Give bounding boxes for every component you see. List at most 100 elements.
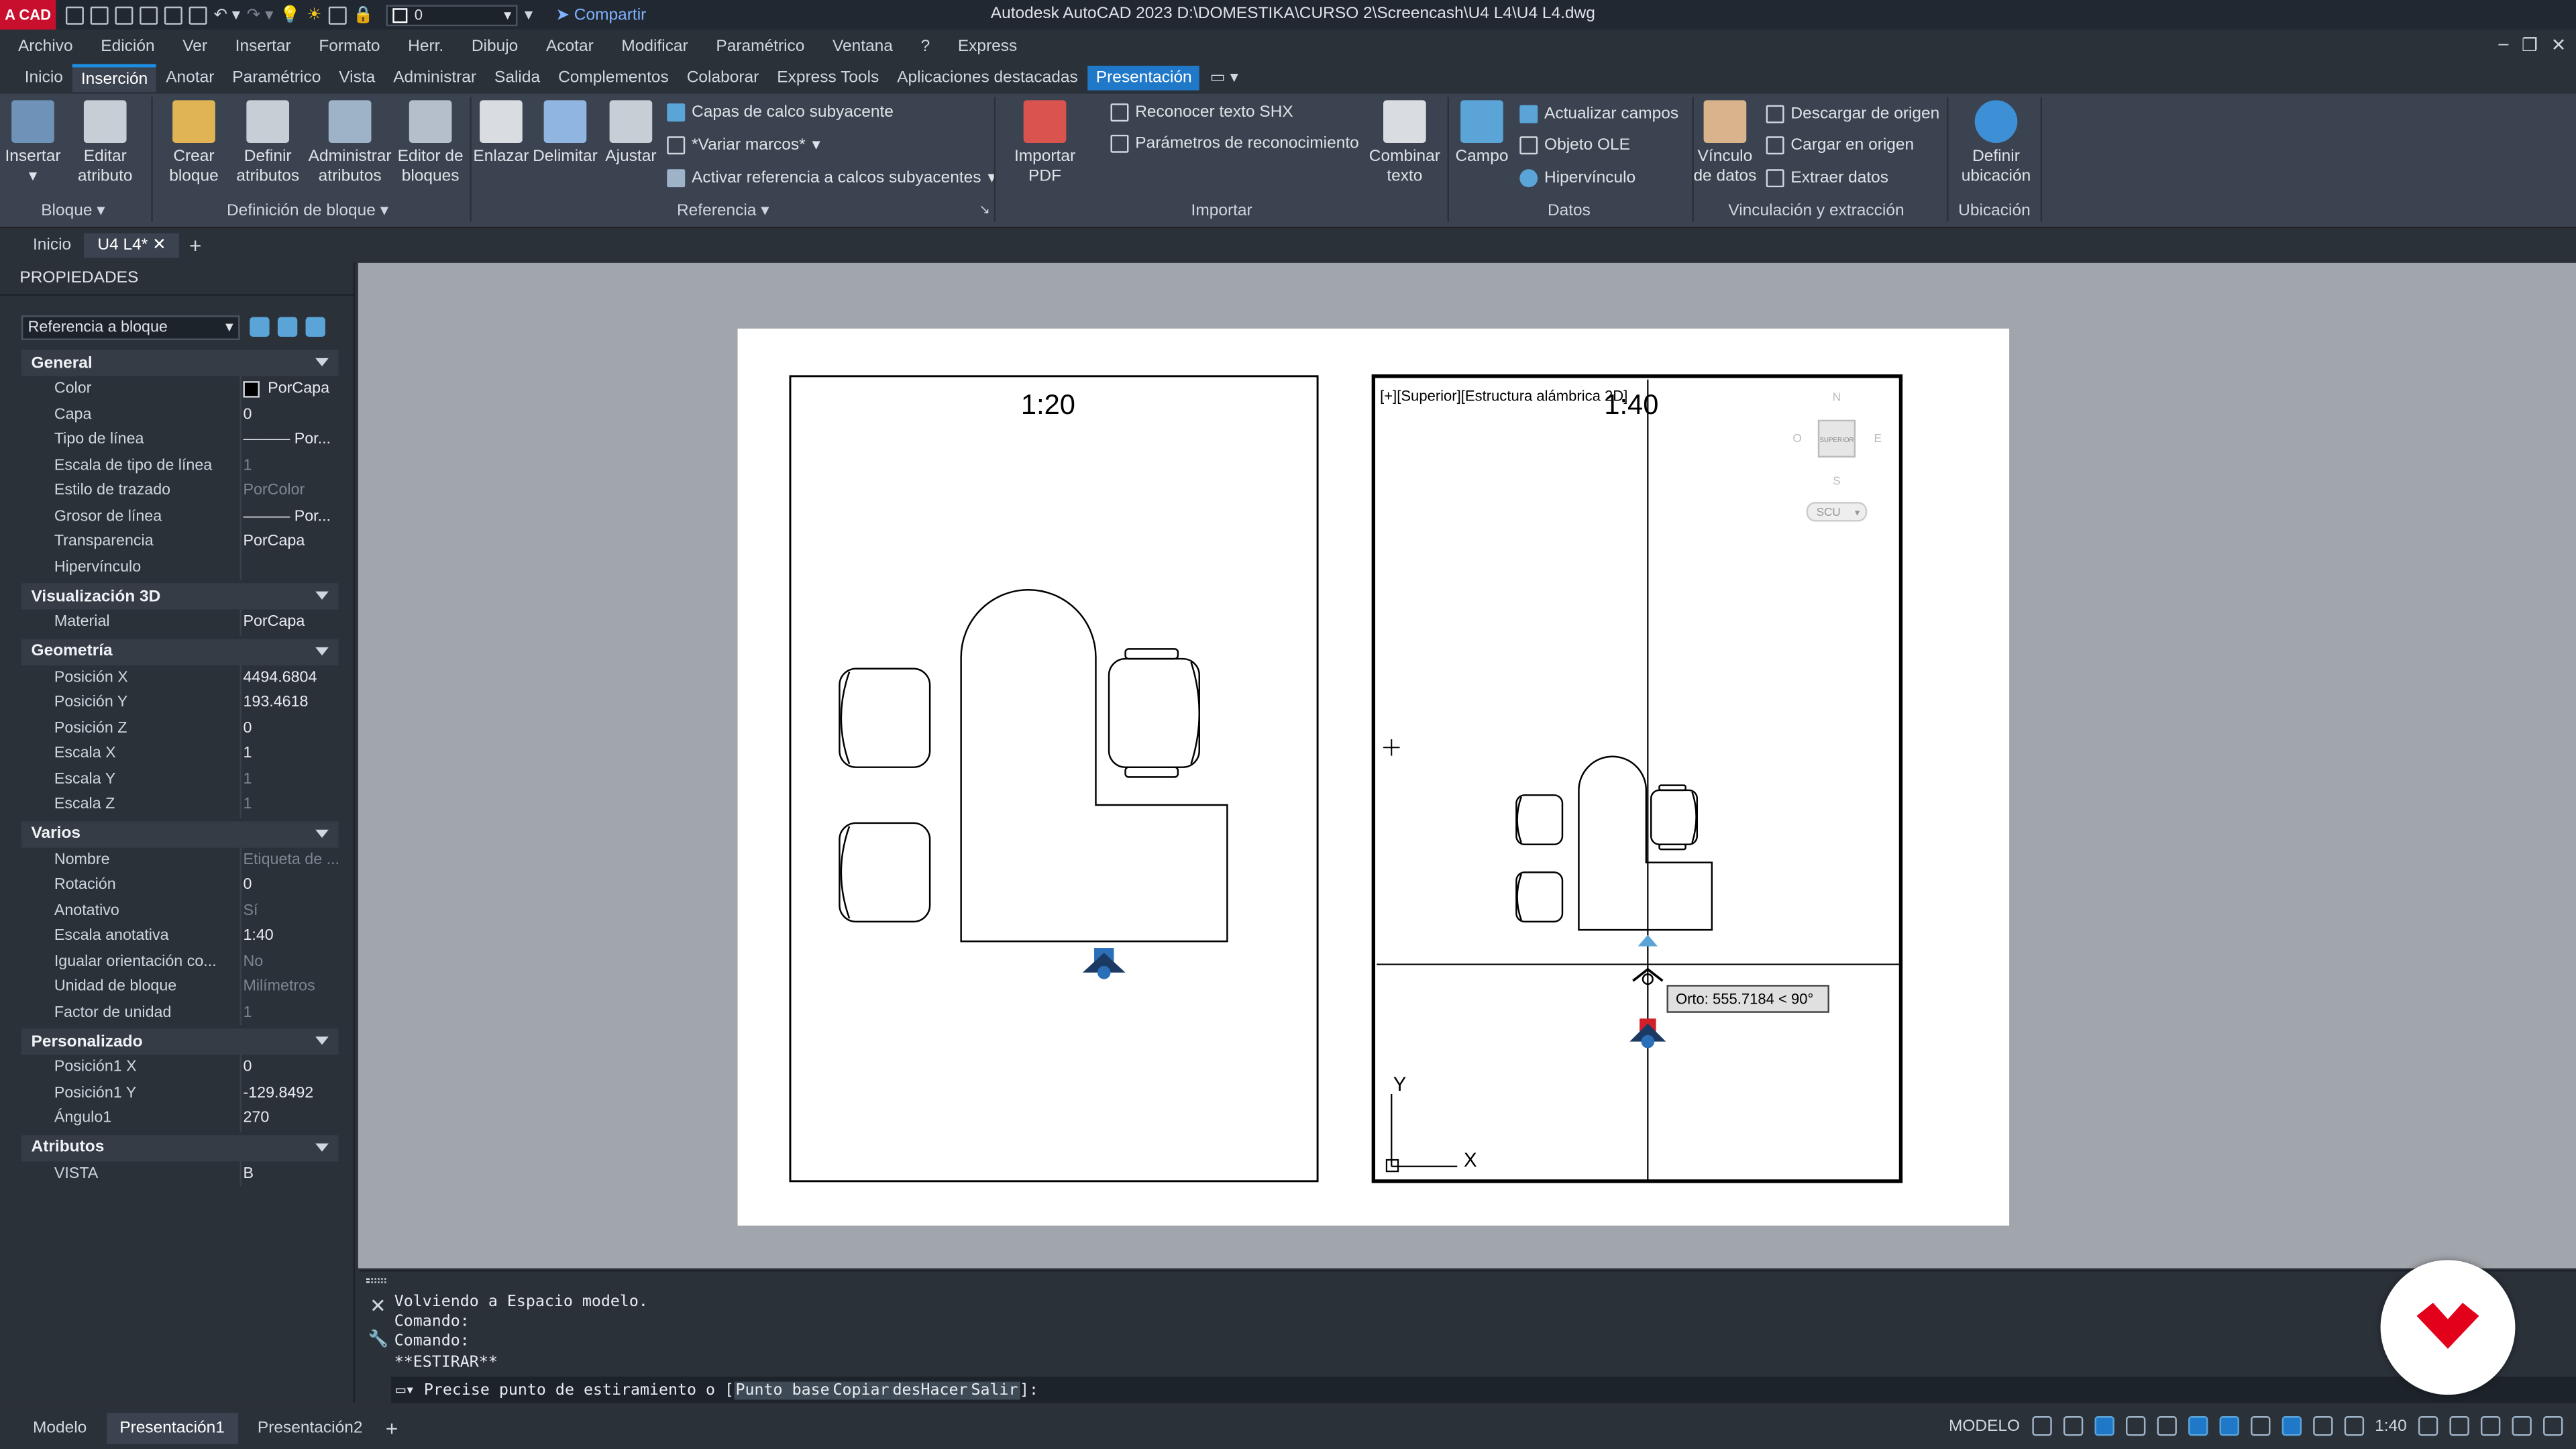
tab-parametrico[interactable]: Paramétrico bbox=[224, 66, 329, 91]
menu-herr[interactable]: Herr. bbox=[408, 37, 443, 55]
collapse-icon[interactable] bbox=[315, 828, 329, 837]
plot-icon[interactable] bbox=[189, 5, 207, 24]
option-deshacer[interactable]: desHacer bbox=[891, 1381, 970, 1399]
gear-icon[interactable] bbox=[2418, 1416, 2438, 1436]
property-value[interactable]: 1 bbox=[239, 766, 339, 792]
stretch-grip-origin[interactable] bbox=[1638, 934, 1658, 947]
hipervinculo-button[interactable]: Hipervínculo bbox=[1519, 169, 1635, 188]
property-row[interactable]: Escala Z 1 bbox=[21, 792, 339, 818]
layer-vp-icon[interactable] bbox=[328, 5, 347, 24]
editor-bloques-button[interactable]: Editor de bloques bbox=[396, 100, 465, 187]
model-space-toggle[interactable]: MODELO bbox=[1949, 1417, 2020, 1435]
minimize-icon[interactable]: – bbox=[2498, 34, 2508, 56]
administrar-atributos-button[interactable]: Administrar atributos bbox=[306, 100, 394, 187]
ortho-icon[interactable] bbox=[2094, 1416, 2114, 1436]
property-value[interactable]: 1:40 bbox=[239, 923, 339, 949]
customize-qat-icon[interactable]: ▾ bbox=[525, 6, 533, 24]
layer-freeze-icon[interactable]: ☀ bbox=[307, 6, 322, 24]
viewport-scale-sync-icon[interactable] bbox=[2343, 1416, 2363, 1436]
panel-referencia[interactable]: Referencia ▾ bbox=[677, 202, 769, 220]
property-row[interactable]: Material PorCapa bbox=[21, 609, 339, 635]
property-value[interactable] bbox=[239, 554, 339, 580]
grip-handle-icon[interactable] bbox=[366, 1278, 386, 1283]
property-row[interactable]: Color PorCapa bbox=[21, 376, 339, 402]
property-value[interactable]: 1 bbox=[239, 452, 339, 478]
save-as-icon[interactable] bbox=[140, 5, 158, 24]
ribbon-minimize-icon[interactable]: ▭ ▾ bbox=[1201, 66, 1246, 91]
variar-marcos-dropdown[interactable]: *Variar marcos* ▾ bbox=[667, 136, 820, 155]
tab-modelo[interactable]: Modelo bbox=[19, 1412, 100, 1444]
property-row[interactable]: Estilo de trazado PorColor bbox=[21, 478, 339, 504]
ajustar-button[interactable]: Ajustar bbox=[601, 100, 660, 167]
property-value[interactable]: 1 bbox=[239, 792, 339, 818]
property-section[interactable]: Varios bbox=[21, 820, 339, 847]
property-row[interactable]: Posición1 X 0 bbox=[21, 1055, 339, 1081]
activar-referencia-dropdown[interactable]: Activar referencia a calcos subyacentes … bbox=[667, 169, 996, 188]
menu-insertar[interactable]: Insertar bbox=[235, 37, 291, 55]
property-section[interactable]: Atributos bbox=[21, 1134, 339, 1161]
tab-aplicaciones[interactable]: Aplicaciones destacadas bbox=[889, 66, 1086, 91]
property-value[interactable]: 4494.6804 bbox=[239, 664, 339, 690]
menu-archivo[interactable]: Archivo bbox=[18, 37, 73, 55]
property-value[interactable]: PorColor bbox=[239, 478, 339, 504]
isolate-objects-icon[interactable] bbox=[2480, 1416, 2501, 1436]
undo-icon[interactable]: ↶ ▾ bbox=[213, 6, 240, 24]
collapse-icon[interactable] bbox=[315, 1036, 329, 1045]
tab-express-tools[interactable]: Express Tools bbox=[769, 66, 888, 91]
importar-pdf-button[interactable]: Importar PDF bbox=[1007, 100, 1083, 187]
property-value[interactable]: No bbox=[239, 949, 339, 975]
definir-ubicacion-button[interactable]: Definir ubicación bbox=[1955, 100, 2037, 187]
menu-help[interactable]: ? bbox=[921, 37, 930, 55]
drawing-canvas[interactable]: 1:20 [+][Superior][Estructura alámbrica … bbox=[358, 262, 2576, 1269]
viewport-right[interactable] bbox=[1371, 374, 1903, 1183]
property-value[interactable]: ——— Por... bbox=[239, 503, 339, 529]
actualizar-campos-button[interactable]: Actualizar campos bbox=[1519, 105, 1678, 123]
descargar-origen-button[interactable]: Descargar de origen bbox=[1766, 105, 1939, 123]
objeto-ole-button[interactable]: Objeto OLE bbox=[1519, 136, 1630, 155]
close-icon[interactable]: ✕ bbox=[2551, 34, 2567, 56]
viewport-controls-label[interactable]: [+][Superior][Estructura alámbrica 2D] bbox=[1380, 388, 1627, 405]
property-value[interactable]: 0 bbox=[239, 1055, 339, 1081]
property-value[interactable]: B bbox=[239, 1161, 339, 1187]
property-row[interactable]: Escala anotativa 1:40 bbox=[21, 923, 339, 949]
lineweight-icon[interactable] bbox=[2249, 1416, 2270, 1436]
property-value[interactable]: ——— Por... bbox=[239, 427, 339, 453]
property-value[interactable]: 270 bbox=[239, 1106, 339, 1132]
object-snap-tracking-icon[interactable] bbox=[2187, 1416, 2208, 1436]
annotation-visibility-icon[interactable] bbox=[2281, 1416, 2301, 1436]
property-value[interactable]: Milímetros bbox=[239, 974, 339, 1000]
layer-lock-icon[interactable]: 🔒 bbox=[353, 6, 373, 24]
property-value[interactable]: 1 bbox=[239, 741, 339, 767]
tab-anotar[interactable]: Anotar bbox=[158, 66, 223, 91]
property-row[interactable]: Factor de unidad 1 bbox=[21, 1000, 339, 1026]
lock-ui-icon[interactable] bbox=[2312, 1416, 2332, 1436]
property-row[interactable]: Ángulo1 270 bbox=[21, 1106, 339, 1132]
parametros-reconocimiento-button[interactable]: Parámetros de reconocimiento bbox=[1110, 134, 1359, 153]
new-tab-icon[interactable]: + bbox=[189, 233, 202, 258]
viewcube[interactable]: N O E S SUPERIOR SCU ▾ bbox=[1793, 390, 1882, 522]
select-objects-icon[interactable] bbox=[277, 317, 298, 337]
property-value[interactable]: 1 bbox=[239, 1000, 339, 1026]
property-section[interactable]: Personalizado bbox=[21, 1028, 339, 1055]
plus-icon[interactable] bbox=[2449, 1416, 2469, 1436]
tab-insercion[interactable]: Inserción bbox=[72, 64, 156, 93]
cargar-origen-button[interactable]: Cargar en origen bbox=[1766, 136, 1914, 155]
insertar-button[interactable]: Insertar ▾ bbox=[5, 100, 60, 187]
property-row[interactable]: Escala de tipo de línea 1 bbox=[21, 452, 339, 478]
menu-dibujo[interactable]: Dibujo bbox=[472, 37, 518, 55]
quick-select-icon[interactable] bbox=[305, 317, 325, 337]
property-row[interactable]: VISTA B bbox=[21, 1161, 339, 1187]
property-row[interactable]: Escala X 1 bbox=[21, 741, 339, 767]
toggle-pickadd-icon[interactable] bbox=[250, 317, 270, 337]
property-section[interactable]: Visualización 3D bbox=[21, 583, 339, 610]
property-row[interactable]: Capa 0 bbox=[21, 401, 339, 427]
object-snap-icon[interactable] bbox=[2218, 1416, 2239, 1436]
collapse-icon[interactable] bbox=[315, 646, 329, 655]
tab-complementos[interactable]: Complementos bbox=[550, 66, 677, 91]
enlazar-button[interactable]: Enlazar bbox=[473, 100, 529, 167]
doc-tab-inicio[interactable]: Inicio bbox=[19, 233, 84, 258]
menu-acotar[interactable]: Acotar bbox=[546, 37, 594, 55]
block-grip-left[interactable] bbox=[1082, 948, 1126, 979]
tab-salida[interactable]: Salida bbox=[486, 66, 549, 91]
menu-parametrico[interactable]: Paramétrico bbox=[716, 37, 804, 55]
